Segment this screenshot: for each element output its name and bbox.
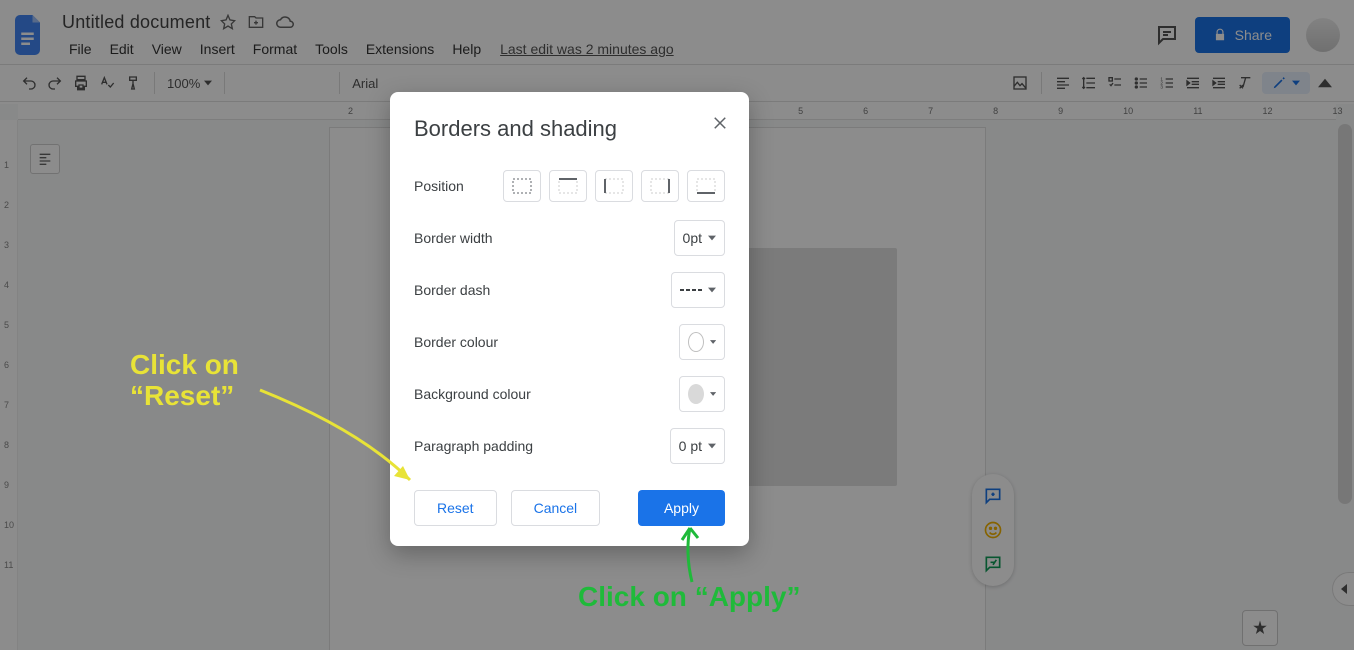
borders-shading-dialog: Borders and shading Position Border widt… xyxy=(390,92,749,546)
border-dash-label: Border dash xyxy=(414,282,490,298)
border-width-select[interactable]: 0pt xyxy=(674,220,725,256)
position-all-button[interactable] xyxy=(503,170,541,202)
chevron-down-icon xyxy=(708,234,716,242)
dialog-close-button[interactable] xyxy=(711,114,729,132)
position-right-button[interactable] xyxy=(641,170,679,202)
chevron-down-icon xyxy=(710,390,716,398)
reset-button[interactable]: Reset xyxy=(414,490,497,526)
position-top-button[interactable] xyxy=(549,170,587,202)
position-options xyxy=(503,170,725,202)
position-left-button[interactable] xyxy=(595,170,633,202)
background-colour-label: Background colour xyxy=(414,386,531,402)
position-label: Position xyxy=(414,178,464,194)
chevron-down-icon xyxy=(710,338,716,346)
colour-swatch-icon xyxy=(688,384,704,404)
paragraph-padding-label: Paragraph padding xyxy=(414,438,533,454)
dash-preview-icon xyxy=(680,289,702,291)
close-icon xyxy=(711,114,729,132)
paragraph-padding-select[interactable]: 0 pt xyxy=(670,428,725,464)
border-colour-select[interactable] xyxy=(679,324,725,360)
position-bottom-button[interactable] xyxy=(687,170,725,202)
chevron-down-icon xyxy=(708,442,716,450)
colour-swatch-icon xyxy=(688,332,704,352)
dialog-title: Borders and shading xyxy=(414,116,725,142)
chevron-down-icon xyxy=(708,286,716,294)
border-width-label: Border width xyxy=(414,230,493,246)
background-colour-select[interactable] xyxy=(679,376,725,412)
apply-button[interactable]: Apply xyxy=(638,490,725,526)
cancel-button[interactable]: Cancel xyxy=(511,490,601,526)
border-colour-label: Border colour xyxy=(414,334,498,350)
border-dash-select[interactable] xyxy=(671,272,725,308)
